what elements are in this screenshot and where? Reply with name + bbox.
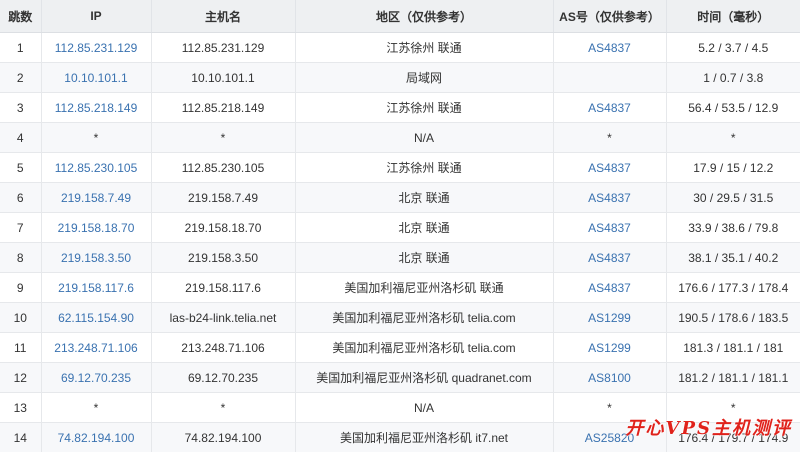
cell-ip-link[interactable]: 219.158.117.6 xyxy=(41,273,151,303)
cell-time: 38.1 / 35.1 / 40.2 xyxy=(666,243,800,273)
cell-region: 局域网 xyxy=(295,63,553,93)
cell-hop: 7 xyxy=(0,213,41,243)
cell-hop: 1 xyxy=(0,33,41,63)
cell-hostname: * xyxy=(151,123,295,153)
header-region: 地区（仅供参考） xyxy=(295,0,553,33)
cell-ip-link[interactable]: 213.248.71.106 xyxy=(41,333,151,363)
cell-hop: 11 xyxy=(0,333,41,363)
table-row: 11213.248.71.106213.248.71.106美国加利福尼亚州洛杉… xyxy=(0,333,800,363)
cell-ip-link: * xyxy=(41,123,151,153)
cell-hop: 6 xyxy=(0,183,41,213)
table-row: 5112.85.230.105112.85.230.105江苏徐州 联通AS48… xyxy=(0,153,800,183)
cell-asn-link[interactable]: AS4837 xyxy=(553,243,666,273)
cell-time: * xyxy=(666,123,800,153)
table-row: 9219.158.117.6219.158.117.6美国加利福尼亚州洛杉矶 联… xyxy=(0,273,800,303)
cell-hop: 2 xyxy=(0,63,41,93)
cell-hostname: 213.248.71.106 xyxy=(151,333,295,363)
cell-ip-link: * xyxy=(41,393,151,423)
cell-time: 176.6 / 177.3 / 178.4 xyxy=(666,273,800,303)
table-row: 6219.158.7.49219.158.7.49北京 联通AS483730 /… xyxy=(0,183,800,213)
cell-ip-link[interactable]: 112.85.231.129 xyxy=(41,33,151,63)
cell-hostname: 10.10.101.1 xyxy=(151,63,295,93)
table-row: 4**N/A** xyxy=(0,123,800,153)
traceroute-table: 跳数 IP 主机名 地区（仅供参考） AS号（仅供参考） 时间（毫秒） 1112… xyxy=(0,0,800,452)
cell-time: 1 / 0.7 / 3.8 xyxy=(666,63,800,93)
cell-hostname: las-b24-link.telia.net xyxy=(151,303,295,333)
table-row: 1062.115.154.90las-b24-link.telia.net美国加… xyxy=(0,303,800,333)
cell-hostname: 112.85.230.105 xyxy=(151,153,295,183)
table-row: 8219.158.3.50219.158.3.50北京 联通AS483738.1… xyxy=(0,243,800,273)
cell-time: 181.2 / 181.1 / 181.1 xyxy=(666,363,800,393)
cell-time: 181.3 / 181.1 / 181 xyxy=(666,333,800,363)
cell-time: 17.9 / 15 / 12.2 xyxy=(666,153,800,183)
table-row: 7219.158.18.70219.158.18.70北京 联通AS483733… xyxy=(0,213,800,243)
cell-ip-link[interactable]: 10.10.101.1 xyxy=(41,63,151,93)
cell-ip-link[interactable]: 219.158.3.50 xyxy=(41,243,151,273)
cell-hop: 5 xyxy=(0,153,41,183)
cell-asn-link[interactable]: AS4837 xyxy=(553,213,666,243)
cell-ip-link[interactable]: 112.85.218.149 xyxy=(41,93,151,123)
table-row: 210.10.101.110.10.101.1局域网1 / 0.7 / 3.8 xyxy=(0,63,800,93)
cell-region: 江苏徐州 联通 xyxy=(295,33,553,63)
header-time: 时间（毫秒） xyxy=(666,0,800,33)
cell-hostname: 219.158.18.70 xyxy=(151,213,295,243)
cell-asn-link[interactable]: AS4837 xyxy=(553,153,666,183)
cell-asn-link[interactable]: AS4837 xyxy=(553,183,666,213)
cell-time: 5.2 / 3.7 / 4.5 xyxy=(666,33,800,63)
cell-region: N/A xyxy=(295,123,553,153)
cell-time: 30 / 29.5 / 31.5 xyxy=(666,183,800,213)
cell-hop: 13 xyxy=(0,393,41,423)
header-hostname: 主机名 xyxy=(151,0,295,33)
cell-asn-link[interactable]: AS4837 xyxy=(553,93,666,123)
header-asn: AS号（仅供参考） xyxy=(553,0,666,33)
cell-hostname: 219.158.7.49 xyxy=(151,183,295,213)
cell-asn-link[interactable]: AS1299 xyxy=(553,303,666,333)
table-row: 1112.85.231.129112.85.231.129江苏徐州 联通AS48… xyxy=(0,33,800,63)
cell-region: 江苏徐州 联通 xyxy=(295,153,553,183)
cell-hop: 4 xyxy=(0,123,41,153)
cell-region: 美国加利福尼亚州洛杉矶 quadranet.com xyxy=(295,363,553,393)
cell-hop: 9 xyxy=(0,273,41,303)
cell-asn-link[interactable]: AS4837 xyxy=(553,33,666,63)
cell-time: 190.5 / 178.6 / 183.5 xyxy=(666,303,800,333)
cell-time: 33.9 / 38.6 / 79.8 xyxy=(666,213,800,243)
cell-region: 美国加利福尼亚州洛杉矶 telia.com xyxy=(295,333,553,363)
cell-hostname: 69.12.70.235 xyxy=(151,363,295,393)
cell-hostname: 112.85.231.129 xyxy=(151,33,295,63)
site-watermark: 开心VPS主机测评 xyxy=(626,414,793,440)
cell-ip-link[interactable]: 219.158.7.49 xyxy=(41,183,151,213)
table-header: 跳数 IP 主机名 地区（仅供参考） AS号（仅供参考） 时间（毫秒） xyxy=(0,0,800,33)
cell-hop: 10 xyxy=(0,303,41,333)
cell-hostname: 219.158.117.6 xyxy=(151,273,295,303)
cell-region: N/A xyxy=(295,393,553,423)
table-body: 1112.85.231.129112.85.231.129江苏徐州 联通AS48… xyxy=(0,33,800,452)
cell-ip-link[interactable]: 62.115.154.90 xyxy=(41,303,151,333)
cell-ip-link[interactable]: 69.12.70.235 xyxy=(41,363,151,393)
cell-ip-link[interactable]: 219.158.18.70 xyxy=(41,213,151,243)
cell-region: 江苏徐州 联通 xyxy=(295,93,553,123)
cell-region: 北京 联通 xyxy=(295,183,553,213)
cell-asn-link xyxy=(553,63,666,93)
table-row: 3112.85.218.149112.85.218.149江苏徐州 联通AS48… xyxy=(0,93,800,123)
cell-hostname: 112.85.218.149 xyxy=(151,93,295,123)
header-ip: IP xyxy=(41,0,151,33)
cell-region: 美国加利福尼亚州洛杉矶 联通 xyxy=(295,273,553,303)
cell-hop: 3 xyxy=(0,93,41,123)
cell-hop: 8 xyxy=(0,243,41,273)
cell-region: 美国加利福尼亚州洛杉矶 telia.com xyxy=(295,303,553,333)
cell-hop: 12 xyxy=(0,363,41,393)
header-row: 跳数 IP 主机名 地区（仅供参考） AS号（仅供参考） 时间（毫秒） xyxy=(0,0,800,33)
header-hop: 跳数 xyxy=(0,0,41,33)
cell-time: 56.4 / 53.5 / 12.9 xyxy=(666,93,800,123)
table-row: 1269.12.70.23569.12.70.235美国加利福尼亚州洛杉矶 qu… xyxy=(0,363,800,393)
cell-asn-link[interactable]: AS8100 xyxy=(553,363,666,393)
cell-hostname: 219.158.3.50 xyxy=(151,243,295,273)
cell-asn-link: * xyxy=(553,123,666,153)
cell-region: 北京 联通 xyxy=(295,213,553,243)
cell-ip-link[interactable]: 112.85.230.105 xyxy=(41,153,151,183)
cell-asn-link[interactable]: AS1299 xyxy=(553,333,666,363)
cell-hostname: * xyxy=(151,393,295,423)
cell-region: 北京 联通 xyxy=(295,243,553,273)
cell-asn-link[interactable]: AS4837 xyxy=(553,273,666,303)
